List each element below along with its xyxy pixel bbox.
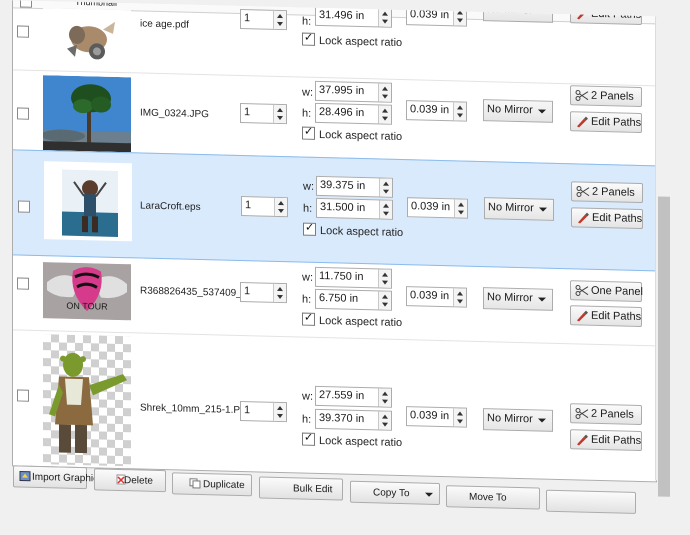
file-name: R368826435_537409_... [140,285,251,300]
bleed-field[interactable]: 0.039 in [406,406,467,428]
panels-button[interactable]: 2 Panels [570,403,642,426]
pen-icon [577,8,588,20]
lock-aspect-checkbox[interactable]: Lock aspect ratio [302,126,402,143]
lock-aspect-checkbox[interactable]: Lock aspect ratio [302,32,402,49]
pen-icon [577,434,588,446]
scrollbar-thumb[interactable] [658,196,670,497]
table-row[interactable]: LaraCroft.eps 1 w: 39.375 in h: 31.500 i… [12,149,657,272]
graphics-list: Thumbnail ice age.pdf 1 h: 31.496 in Loc… [12,0,657,483]
quantity-stepper[interactable]: 1 [240,401,287,423]
lock-aspect-checkbox[interactable]: Lock aspect ratio [303,222,403,239]
edit-paths-button[interactable]: Edit Paths [571,207,643,230]
panels-button[interactable]: One Panel [570,280,643,303]
quantity-stepper[interactable]: 1 [240,9,287,31]
height-field[interactable]: 39.370 in [315,408,392,431]
lock-aspect-checkbox[interactable]: Lock aspect ratio [302,432,402,449]
vertical-scrollbar[interactable] [655,10,672,497]
lock-aspect-checkbox[interactable]: Lock aspect ratio [302,312,402,329]
width-label: w: [303,180,314,193]
thumbnail-image [43,334,131,467]
pen-icon [577,310,588,322]
mirror-dropdown[interactable]: No Mirror [483,408,553,432]
file-name: LaraCroft.eps [140,200,201,214]
import-graphics-button[interactable]: Import Graphics [13,465,103,490]
edit-paths-button[interactable]: Edit Paths [570,429,642,452]
file-name: Shrek_10mm_215-1.PDF [140,402,254,417]
height-field[interactable]: 31.500 in [316,197,393,220]
row-checkbox[interactable] [17,389,29,402]
duplicate-button[interactable]: Duplicate [172,472,252,497]
mirror-dropdown[interactable]: No Mirror [483,287,553,311]
file-name: IMG_0324.JPG [140,107,209,121]
edit-paths-button[interactable]: Edit Paths [570,111,642,134]
chevron-down-icon [538,418,546,423]
more-button[interactable] [546,489,636,514]
scissors-icon [575,284,589,296]
import-icon [19,470,31,482]
row-checkbox[interactable] [17,277,29,290]
height-label: h: [302,107,312,120]
pen-icon [577,116,588,128]
height-field[interactable]: 31.496 in [315,5,392,28]
copy-to-dropdown[interactable]: Copy To [350,480,440,505]
chevron-down-icon [425,492,433,497]
bleed-field[interactable]: 0.039 in [407,197,468,219]
scissors-icon [576,185,590,197]
quantity-stepper[interactable]: 1 [241,196,288,218]
height-label: h: [303,202,313,215]
panels-button[interactable]: 2 Panels [570,85,642,108]
width-field[interactable]: 27.559 in [315,385,392,408]
move-to-dropdown[interactable]: Move To [446,485,540,510]
mirror-dropdown[interactable]: No Mirror [484,197,554,221]
mirror-dropdown[interactable]: No Mirror [483,99,553,123]
width-label: w: [302,86,313,99]
thumbnail-image [43,8,131,69]
width-label: w: [302,271,313,284]
edit-paths-button[interactable]: Edit Paths [570,3,642,26]
chevron-down-icon [538,109,546,114]
width-label: w: [302,390,313,403]
duplicate-icon [189,478,201,489]
thumbnail-image [43,75,131,153]
bleed-field[interactable]: 0.039 in [406,5,467,27]
pen-icon [578,212,589,224]
bleed-field[interactable]: 0.039 in [406,100,467,122]
thumbnail-caption: ON TOUR [66,301,108,312]
quantity-stepper[interactable]: 1 [240,282,287,304]
chevron-down-icon [538,9,546,14]
row-checkbox[interactable] [18,200,30,213]
quantity-stepper[interactable]: 1 [240,103,287,125]
chevron-down-icon [539,207,547,212]
height-field[interactable]: 28.496 in [315,102,392,125]
table-row[interactable]: Shrek_10mm_215-1.PDF 1 w: 27.559 in h: 3… [13,329,656,482]
bulk-edit-button[interactable]: Bulk Edit [259,476,343,501]
chevron-down-icon [538,297,546,302]
row-checkbox[interactable] [17,25,29,38]
row-checkbox[interactable] [17,107,29,120]
height-label: h: [302,293,312,306]
height-label: h: [302,15,312,28]
width-field[interactable]: 37.995 in [315,80,392,103]
delete-button[interactable]: Delete [94,468,166,493]
thumbnail-image [44,161,132,242]
height-label: h: [302,413,312,426]
edit-paths-button[interactable]: Edit Paths [570,305,642,328]
file-name: ice age.pdf [140,18,189,31]
graphics-panel: Thumbnail ice age.pdf 1 h: 31.496 in Loc… [0,0,690,535]
width-field[interactable]: 11.750 in [315,266,392,289]
mirror-dropdown[interactable]: No Mirror [483,0,553,23]
panels-button[interactable]: 2 Panels [571,181,643,204]
bleed-field[interactable]: 0.039 in [406,286,467,308]
scissors-icon [575,407,589,419]
width-field[interactable]: 39.375 in [316,175,393,198]
height-field[interactable]: 6.750 in [315,288,392,311]
scissors-icon [575,89,589,101]
thumbnail-image: ON TOUR [43,262,131,321]
